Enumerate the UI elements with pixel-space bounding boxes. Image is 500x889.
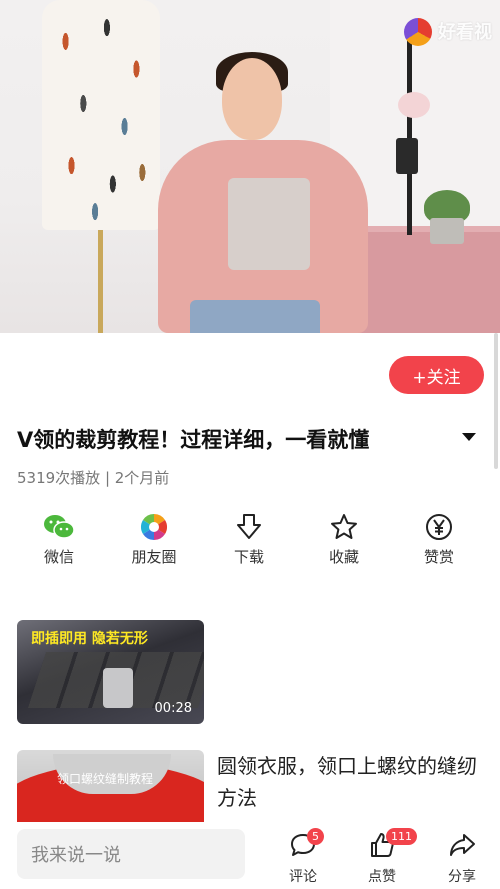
like-button[interactable]: 111 点赞 (354, 828, 417, 886)
download-label: 下载 (233, 548, 264, 566)
favorite-button[interactable]: 收藏 (299, 512, 389, 567)
recommended-video-thumbnail[interactable]: 即插即用 隐若无形 00:28 (17, 620, 204, 724)
thumbnail-banner: 即插即用 隐若无形 (31, 631, 148, 647)
share-wechat-button[interactable]: 微信 (14, 512, 104, 567)
share-label: 分享 (448, 869, 476, 885)
video-scene-mannequin-stand (98, 228, 103, 333)
share-button[interactable]: 分享 (434, 828, 490, 886)
video-scene-flower (398, 92, 430, 118)
download-icon (237, 514, 261, 539)
recommended-video-thumbnail[interactable]: 领口螺纹缝制教程 (17, 750, 204, 822)
thumbnail-usb-drive (103, 668, 133, 708)
watermark-text: 好看视 (438, 22, 492, 43)
video-scene-shirt-print (228, 178, 310, 270)
comment-count-badge: 5 (307, 828, 324, 845)
yen-icon (426, 514, 452, 540)
comment-label: 评论 (289, 869, 317, 885)
video-title: V领的裁剪教程！过程详细，一看就懂 (17, 428, 370, 452)
video-player[interactable]: 好看视 (0, 0, 500, 333)
follow-button[interactable]: +关注 (389, 356, 484, 394)
share-moments-label: 朋友圈 (131, 548, 177, 566)
share-arrow-icon (450, 834, 475, 856)
share-moments-button[interactable]: 朋友圈 (109, 512, 199, 567)
expand-caret-icon[interactable] (462, 433, 476, 441)
video-scene-mannequin (42, 0, 160, 230)
video-scene-lamp-box (396, 138, 418, 174)
comment-input[interactable]: 我来说一说 (17, 829, 245, 879)
tip-button[interactable]: 赞赏 (394, 512, 484, 567)
like-label: 点赞 (368, 869, 396, 885)
video-scene-face (222, 58, 282, 140)
moments-icon (140, 513, 168, 541)
share-wechat-label: 微信 (43, 548, 74, 566)
video-meta: 5319次播放 | 2个月前 (17, 469, 170, 487)
comment-button[interactable]: 5 评论 (275, 828, 331, 886)
favorite-label: 收藏 (328, 548, 359, 566)
bottom-action-bar: 我来说一说 5 评论 111 点赞 分享 (0, 822, 500, 889)
like-count-badge: 111 (386, 828, 417, 845)
recommended-video-title[interactable]: 圆领衣服，领口上螺纹的缝纫方法 (217, 750, 487, 814)
video-scene-jeans (190, 300, 320, 333)
download-button[interactable]: 下载 (204, 512, 294, 567)
scrollbar[interactable] (494, 333, 498, 469)
share-actions-bar: 微信 朋友圈 下载 收藏 赞赏 (0, 512, 500, 572)
video-scene-plant-pot (430, 218, 464, 244)
video-duration: 00:28 (154, 701, 192, 716)
haokan-logo-icon (404, 18, 432, 46)
wechat-icon (44, 515, 75, 539)
thumbnail-banner: 领口螺纹缝制教程 (57, 772, 154, 786)
favorite-star-icon (331, 514, 357, 539)
tip-label: 赞赏 (423, 548, 454, 566)
